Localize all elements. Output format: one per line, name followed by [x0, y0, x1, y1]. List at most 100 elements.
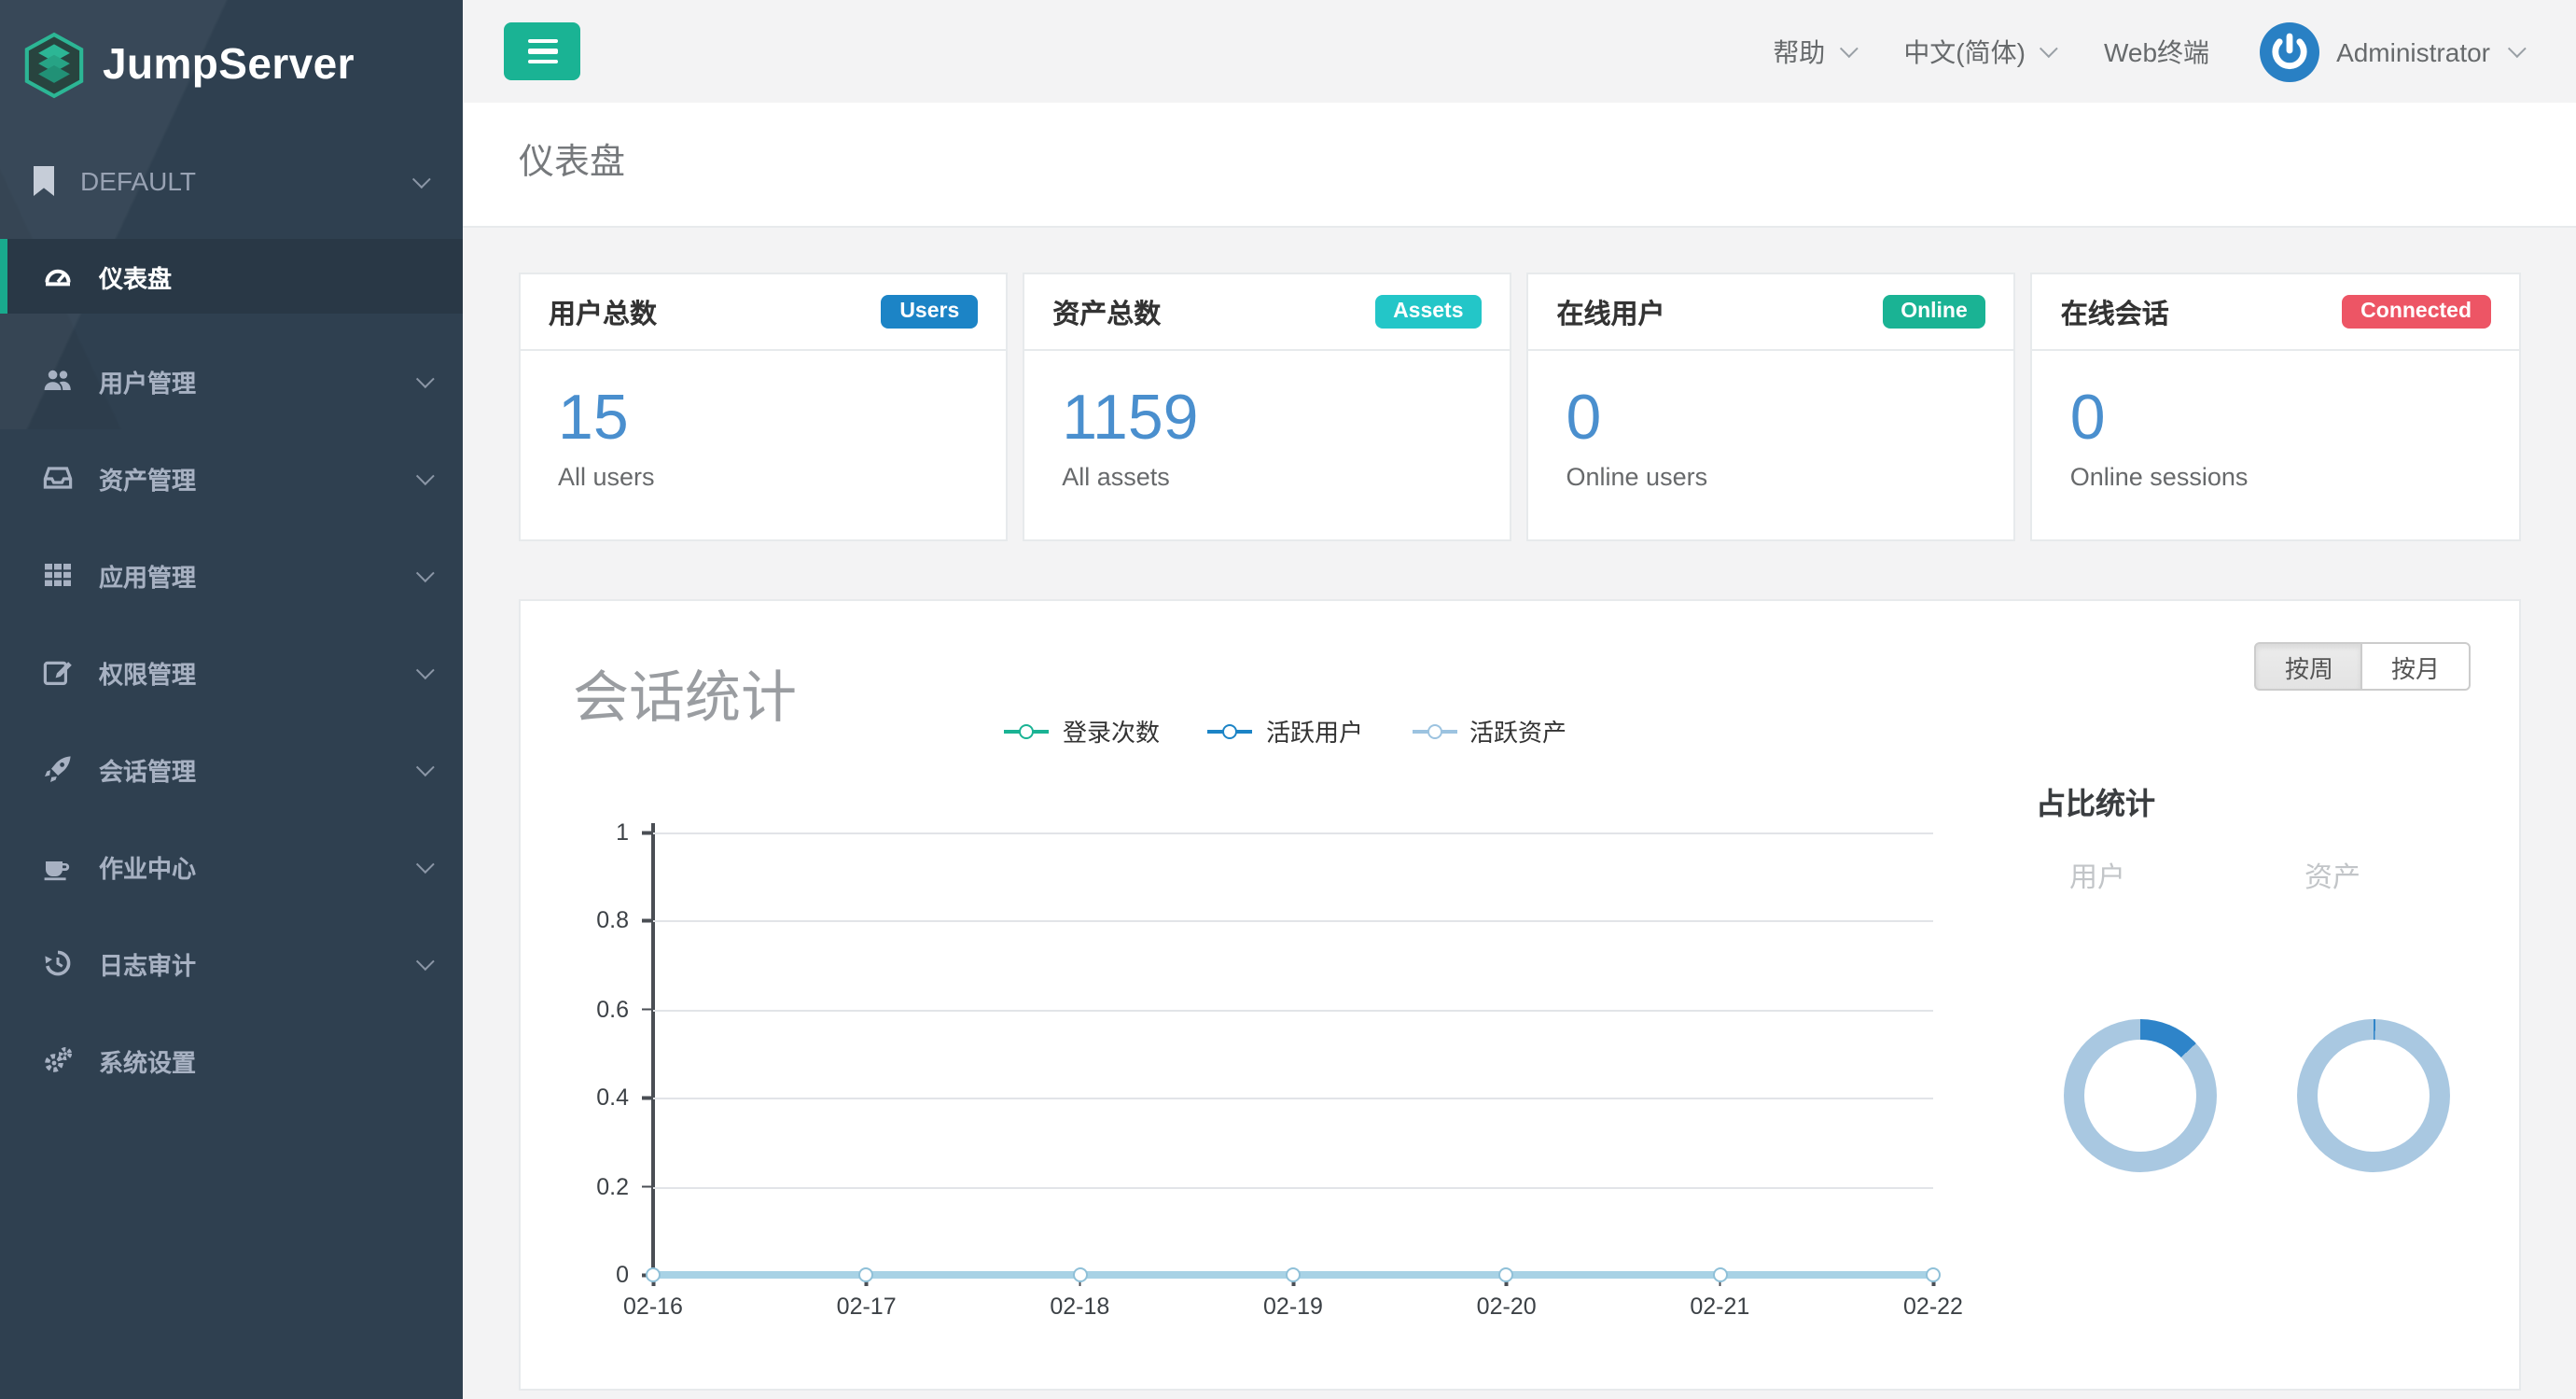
gridline [653, 832, 1933, 834]
session-line-chart: 10.80.60.40.2002-1602-1702-1802-1902-200… [653, 832, 1933, 1275]
data-point-marker [1072, 1267, 1087, 1282]
legend-item-2[interactable]: 活跃资产 [1412, 713, 1566, 748]
sidebar-item-label: 权限管理 [99, 654, 196, 690]
y-tick-label: 0.2 [596, 1173, 629, 1199]
users-icon [43, 366, 73, 396]
range-month-button[interactable]: 按月 [2361, 642, 2470, 691]
sidebar: JumpServer DEFAULT 仪表盘 用户管理 [0, 0, 463, 1399]
x-tick-label: 02-16 [623, 1294, 683, 1320]
sidebar-item-label: 作业中心 [99, 848, 196, 884]
inbox-icon [43, 463, 73, 493]
x-tick-label: 02-22 [1903, 1294, 1963, 1320]
legend-label: 活跃用户 [1266, 713, 1363, 748]
ratio-label-users: 用户 [2069, 857, 2125, 896]
app-root: JumpServer DEFAULT 仪表盘 用户管理 [0, 0, 2576, 1399]
web-terminal-link[interactable]: Web终端 [2104, 33, 2209, 70]
y-axis-line [651, 823, 654, 1277]
user-menu[interactable]: Administrator [2260, 21, 2520, 81]
gears-icon [43, 1045, 73, 1075]
data-point-marker [1499, 1267, 1514, 1282]
chevron-down-icon [2040, 39, 2059, 58]
stat-value: 15 [558, 386, 978, 450]
data-point-marker [1926, 1267, 1941, 1282]
stat-cards-row: 用户总数 Users 15 All users 资产总数 Assets 1159… [519, 273, 2520, 541]
chevron-down-icon [416, 466, 435, 484]
chevron-down-icon [412, 169, 431, 188]
stat-card-body: 0 Online sessions [2033, 351, 2518, 491]
sidebar-item-applications[interactable]: 应用管理 [0, 526, 463, 623]
sidebar-item-label: 仪表盘 [99, 259, 172, 294]
legend-item-0[interactable]: 登录次数 [1005, 713, 1160, 748]
users-donut-chart [2064, 1019, 2217, 1172]
status-badge: Connected [2342, 295, 2490, 329]
chevron-down-icon [1840, 39, 1859, 58]
sidebar-item-audit[interactable]: 日志审计 [0, 915, 463, 1012]
legend-marker-icon [1208, 720, 1253, 741]
x-tick-label: 02-19 [1263, 1294, 1323, 1320]
stat-label: Online users [1566, 463, 1986, 491]
range-week-button[interactable]: 按周 [2255, 642, 2363, 691]
sidebar-item-permissions[interactable]: 权限管理 [0, 623, 463, 720]
session-stats-title: 会话统计 [573, 651, 797, 734]
status-badge: Assets [1374, 295, 1482, 329]
assets-donut-chart [2297, 1019, 2450, 1172]
rocket-icon [43, 754, 73, 784]
stat-card-header: 在线会话 Connected [2033, 274, 2518, 351]
range-toggle-group: 按周 按月 [2255, 642, 2470, 691]
language-menu[interactable]: 中文(简体) [1903, 33, 2054, 70]
help-menu[interactable]: 帮助 [1773, 33, 1853, 70]
chevron-down-icon [416, 369, 435, 387]
brand-name: JumpServer [103, 39, 355, 90]
sidebar-item-users[interactable]: 用户管理 [0, 332, 463, 429]
chevron-down-icon [416, 563, 435, 581]
sidebar-item-assets[interactable]: 资产管理 [0, 429, 463, 526]
legend-label: 登录次数 [1063, 713, 1160, 748]
data-point-marker [859, 1267, 874, 1282]
brand-logo[interactable]: JumpServer [0, 0, 463, 108]
stat-label: Online sessions [2070, 463, 2490, 491]
sidebar-item-label: 用户管理 [99, 363, 196, 399]
chevron-down-icon [416, 951, 435, 970]
sidebar-item-label: 资产管理 [99, 460, 196, 496]
stat-card-title: 在线用户 [1557, 292, 1665, 331]
stat-value: 0 [2070, 386, 2490, 450]
stat-card-header: 用户总数 Users [521, 274, 1006, 351]
stat-card-assets: 资产总数 Assets 1159 All assets [1023, 273, 1511, 541]
chart-legend: 登录次数 活跃用户 活跃资产 [801, 713, 1771, 748]
stat-card-users: 用户总数 Users 15 All users [519, 273, 1008, 541]
grid-icon [43, 560, 73, 590]
stat-value: 0 [1566, 386, 1986, 450]
y-tick-label: 0.8 [596, 908, 629, 934]
sidebar-item-dashboard[interactable]: 仪表盘 [0, 239, 463, 314]
sidebar-item-label: 应用管理 [99, 557, 196, 593]
sidebar-menu: 仪表盘 用户管理 资产管理 应用管理 [0, 239, 463, 1109]
y-tick [642, 1097, 653, 1099]
stat-card-title: 用户总数 [549, 292, 657, 331]
legend-item-1[interactable]: 活跃用户 [1208, 713, 1363, 748]
y-tick [642, 919, 653, 922]
gauge-icon [43, 261, 73, 291]
gridline [653, 1098, 1933, 1099]
stat-label: All assets [1062, 463, 1482, 491]
stat-card-body: 0 Online users [1529, 351, 2014, 491]
topbar-right: 帮助 中文(简体) Web终端 Administrator [1773, 21, 2520, 81]
y-tick [642, 1008, 653, 1011]
stat-card-header: 资产总数 Assets [1024, 274, 1510, 351]
stat-value: 1159 [1062, 386, 1482, 450]
bookmark-icon [32, 166, 56, 196]
coffee-icon [43, 851, 73, 881]
stat-card-title: 在线会话 [2061, 292, 2169, 331]
stat-card-body: 1159 All assets [1024, 351, 1510, 491]
sidebar-item-sessions[interactable]: 会话管理 [0, 720, 463, 818]
org-name: DEFAULT [80, 166, 196, 196]
stat-label: All users [558, 463, 978, 491]
y-tick-label: 0 [616, 1262, 629, 1288]
stat-card-online-sessions: 在线会话 Connected 0 Online sessions [2031, 273, 2520, 541]
sidebar-item-settings[interactable]: 系统设置 [0, 1012, 463, 1109]
sidebar-item-job-center[interactable]: 作业中心 [0, 818, 463, 915]
y-tick-label: 1 [616, 819, 629, 846]
ratio-label-assets: 资产 [2304, 857, 2360, 896]
org-selector[interactable]: DEFAULT [0, 153, 463, 209]
sidebar-toggle-button[interactable] [504, 22, 580, 80]
legend-marker-icon [1005, 720, 1050, 741]
